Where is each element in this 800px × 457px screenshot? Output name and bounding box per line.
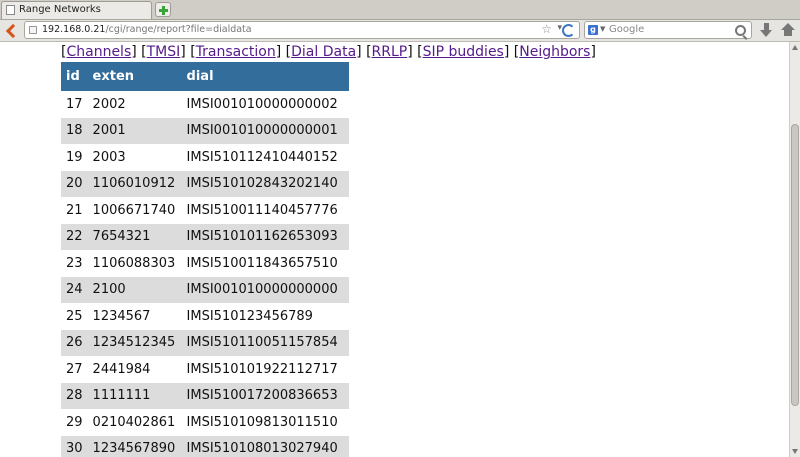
table-row: 27 2441984 IMSI510101922112717: [61, 356, 349, 383]
cell-exten: 1106010912: [87, 170, 182, 197]
cell-dial: IMSI510101922112717: [181, 356, 349, 383]
cell-id: 26: [61, 329, 88, 356]
cell-dial: IMSI510112410440152: [181, 144, 349, 171]
home-icon[interactable]: [781, 23, 796, 38]
cell-exten: 2100: [87, 276, 182, 303]
nav-link-tmsi[interactable]: TMSI: [147, 44, 181, 60]
table-row: 21 1006671740 IMSI510011140457776: [61, 197, 349, 224]
cell-id: 25: [61, 303, 88, 330]
cell-exten: 2003: [87, 144, 182, 171]
cell-id: 19: [61, 144, 88, 171]
table-row: 22 7654321 IMSI510101162653093: [61, 223, 349, 250]
search-placeholder: Google: [609, 24, 645, 35]
browser-tab[interactable]: Range Networks: [1, 1, 152, 19]
cell-dial: IMSI510011140457776: [181, 197, 349, 224]
report-nav: [Channels] [TMSI] [Transaction] [Dial Da…: [61, 44, 596, 60]
page-content: [Channels] [TMSI] [Transaction] [Dial Da…: [0, 42, 789, 457]
table-row: 17 2002 IMSI001010000000002: [61, 91, 349, 118]
cell-id: 20: [61, 170, 88, 197]
table-row: 30 1234567890 IMSI510108013027940: [61, 435, 349, 457]
site-identity-icon[interactable]: [29, 26, 37, 34]
url-text: 192.168.0.21/cgi/range/report?file=diald…: [42, 24, 252, 35]
cell-id: 30: [61, 435, 88, 457]
cell-dial: IMSI510110051157854: [181, 329, 349, 356]
url-host: 192.168.0.21: [42, 24, 106, 35]
cell-id: 24: [61, 276, 88, 303]
cell-id: 28: [61, 382, 88, 409]
cell-id: 22: [61, 223, 88, 250]
search-engine-icon[interactable]: g: [588, 25, 598, 35]
column-header-exten: exten: [87, 62, 182, 91]
cell-exten: 1234567: [87, 303, 182, 330]
navigation-toolbar: 192.168.0.21/cgi/range/report?file=diald…: [0, 20, 800, 42]
nav-link-transaction[interactable]: Transaction: [196, 44, 276, 60]
table-row: 28 1111111 IMSI510017200836653: [61, 382, 349, 409]
cell-id: 23: [61, 250, 88, 277]
cell-dial: IMSI510123456789: [181, 303, 349, 330]
cell-id: 27: [61, 356, 88, 383]
table-row: 18 2001 IMSI001010000000001: [61, 117, 349, 144]
cell-dial: IMSI510011843657510: [181, 250, 349, 277]
cell-exten: 1234567890: [87, 435, 182, 457]
cell-exten: 2001: [87, 117, 182, 144]
cell-dial: IMSI510102843202140: [181, 170, 349, 197]
column-header-dial: dial: [181, 62, 349, 91]
search-bar[interactable]: g ▼ Google: [584, 21, 752, 39]
cell-exten: 7654321: [87, 223, 182, 250]
cell-exten: 2441984: [87, 356, 182, 383]
downloads-icon[interactable]: [760, 23, 774, 38]
nav-link-dial-data[interactable]: Dial Data: [291, 44, 356, 60]
cell-dial: IMSI510017200836653: [181, 382, 349, 409]
cell-exten: 0210402861: [87, 409, 182, 436]
cell-id: 21: [61, 197, 88, 224]
table-row: 26 1234512345 IMSI510110051157854: [61, 329, 349, 356]
nav-link-sip-buddies[interactable]: SIP buddies: [423, 44, 504, 60]
tab-bar: Range Networks: [0, 0, 800, 20]
address-bar[interactable]: 192.168.0.21/cgi/range/report?file=diald…: [24, 21, 580, 39]
cell-exten: 2002: [87, 91, 182, 118]
bookmark-star-icon[interactable]: ☆: [541, 22, 552, 36]
cell-id: 17: [61, 91, 88, 118]
table-row: 29 0210402861 IMSI510109813011510: [61, 409, 349, 436]
nav-link-channels[interactable]: Channels: [66, 44, 131, 60]
table-row: 24 2100 IMSI001010000000000: [61, 276, 349, 303]
table-row: 23 1106088303 IMSI510011843657510: [61, 250, 349, 277]
column-header-id: id: [61, 62, 88, 91]
new-tab-button[interactable]: [155, 2, 171, 17]
back-button[interactable]: [4, 23, 18, 38]
scroll-up-icon[interactable]: [792, 45, 798, 50]
search-engine-dropdown-icon[interactable]: ▼: [600, 25, 605, 33]
tab-title: Range Networks: [19, 4, 101, 15]
table-row: 19 2003 IMSI510112410440152: [61, 144, 349, 171]
cell-exten: 1111111: [87, 382, 182, 409]
scrollbar-thumb[interactable]: [791, 124, 799, 406]
cell-exten: 1006671740: [87, 197, 182, 224]
table-row: 25 1234567 IMSI510123456789: [61, 303, 349, 330]
nav-link-neighbors[interactable]: Neighbors: [519, 44, 590, 60]
cell-dial: IMSI510101162653093: [181, 223, 349, 250]
cell-dial: IMSI001010000000001: [181, 117, 349, 144]
table-header-row: id exten dial: [61, 62, 349, 91]
cell-dial: IMSI510109813011510: [181, 409, 349, 436]
cell-dial: IMSI001010000000002: [181, 91, 349, 118]
cell-id: 29: [61, 409, 88, 436]
table-row: 20 1106010912 IMSI510102843202140: [61, 170, 349, 197]
cell-dial: IMSI510108013027940: [181, 435, 349, 457]
nav-link-rrlp[interactable]: RRLP: [372, 44, 408, 60]
dial-data-table: id exten dial 17 2002 IMSI00101000000000…: [61, 62, 349, 457]
scroll-down-icon[interactable]: [792, 449, 798, 454]
cell-id: 18: [61, 117, 88, 144]
vertical-scrollbar[interactable]: [789, 42, 800, 457]
reload-icon[interactable]: [562, 24, 575, 37]
page-icon: [6, 5, 15, 15]
cell-exten: 1106088303: [87, 250, 182, 277]
search-icon[interactable]: [735, 25, 746, 36]
url-path: /cgi/range/report?file=dialdata: [105, 24, 252, 35]
cell-dial: IMSI001010000000000: [181, 276, 349, 303]
cell-exten: 1234512345: [87, 329, 182, 356]
